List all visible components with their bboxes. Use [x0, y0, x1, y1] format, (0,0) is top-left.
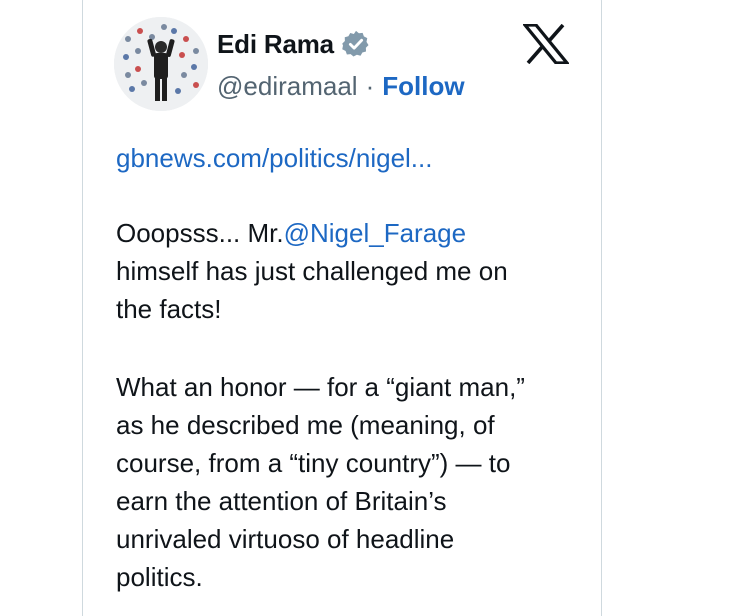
- tweet-paragraph-2: What an honor — for a “giant man,” as he…: [116, 368, 586, 596]
- para1-line3: the facts!: [116, 294, 222, 324]
- display-name[interactable]: Edi Rama: [217, 29, 334, 60]
- author-handle[interactable]: @ediramaal: [217, 71, 358, 102]
- avatar[interactable]: [114, 17, 208, 111]
- tweet-paragraph-1: Ooopsss... Mr.@Nigel_Farage himself has …: [116, 214, 586, 328]
- avatar-image: [114, 17, 208, 111]
- tweet-link-block: gbnews.com/politics/nigel...: [116, 139, 586, 177]
- para2-line1: What an honor — for a “giant man,”: [116, 372, 525, 402]
- verified-badge-icon: [341, 29, 371, 59]
- para1-line2: himself has just challenged me on: [116, 256, 508, 286]
- separator-dot: ·: [365, 70, 375, 101]
- para2-line2: as he described me (meaning, of: [116, 410, 495, 440]
- para1-prefix: Ooopsss... Mr.: [116, 218, 284, 248]
- page: Edi Rama @ediramaal · Follow gbnews.com/…: [0, 0, 730, 616]
- para2-line3: course, from a “tiny country”) — to: [116, 448, 511, 478]
- para2-line4: earn the attention of Britain’s: [116, 486, 447, 516]
- para2-line5: unrivaled virtuoso of headline: [116, 524, 455, 554]
- tweet-link[interactable]: gbnews.com/politics/nigel...: [116, 139, 586, 177]
- handle-row: @ediramaal · Follow: [217, 68, 465, 104]
- para1-line1: Ooopsss... Mr.@Nigel_Farage: [116, 214, 586, 252]
- follow-button[interactable]: Follow: [382, 71, 464, 102]
- x-logo-icon[interactable]: [521, 23, 571, 65]
- para2-line6: politics.: [116, 562, 203, 592]
- mention-nigel-farage[interactable]: @Nigel_Farage: [284, 218, 466, 248]
- author-name-row: Edi Rama: [217, 24, 371, 64]
